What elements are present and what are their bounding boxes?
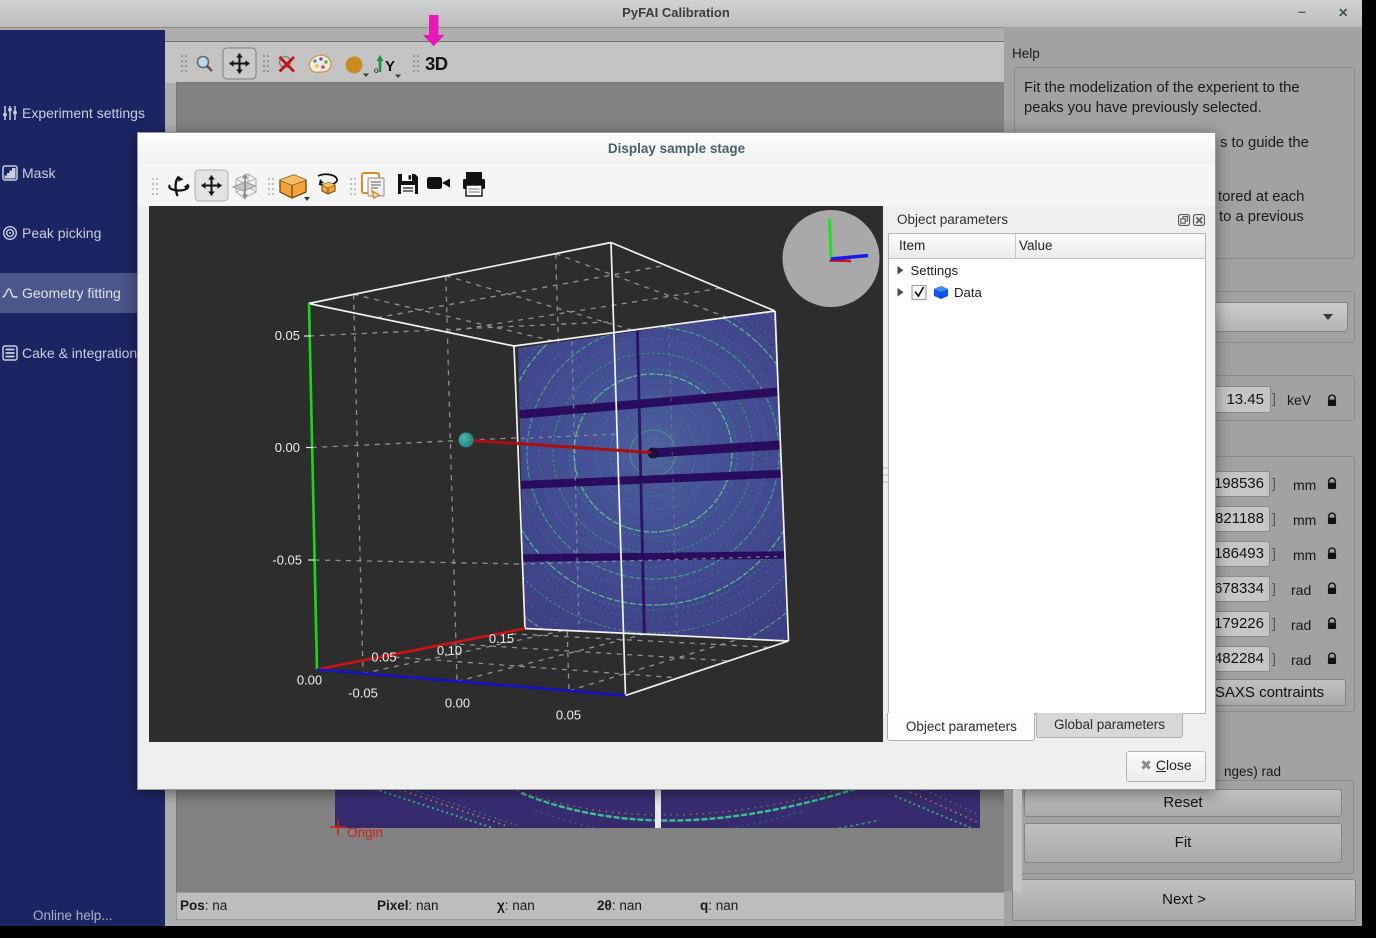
svg-text:0.10: 0.10 bbox=[437, 643, 462, 658]
svg-text:0.00: 0.00 bbox=[297, 673, 322, 688]
svg-text:o: o bbox=[374, 66, 379, 75]
svg-text:0.15: 0.15 bbox=[489, 631, 514, 646]
svg-text:Settings: Settings bbox=[911, 263, 959, 278]
svg-text:0.00: 0.00 bbox=[445, 696, 470, 711]
svg-text:3D: 3D bbox=[425, 53, 448, 74]
svg-text:Data: Data bbox=[954, 285, 983, 300]
svg-text:0.05: 0.05 bbox=[371, 650, 396, 665]
svg-text:-0.05: -0.05 bbox=[348, 686, 378, 701]
svg-text:0.05: 0.05 bbox=[275, 328, 300, 343]
svg-text:0.00: 0.00 bbox=[275, 440, 300, 455]
svg-text:-0.05: -0.05 bbox=[272, 553, 302, 568]
svg-text:0.05: 0.05 bbox=[556, 708, 581, 723]
svg-text:Origin: Origin bbox=[347, 825, 383, 840]
svg-text:Y: Y bbox=[385, 58, 395, 75]
